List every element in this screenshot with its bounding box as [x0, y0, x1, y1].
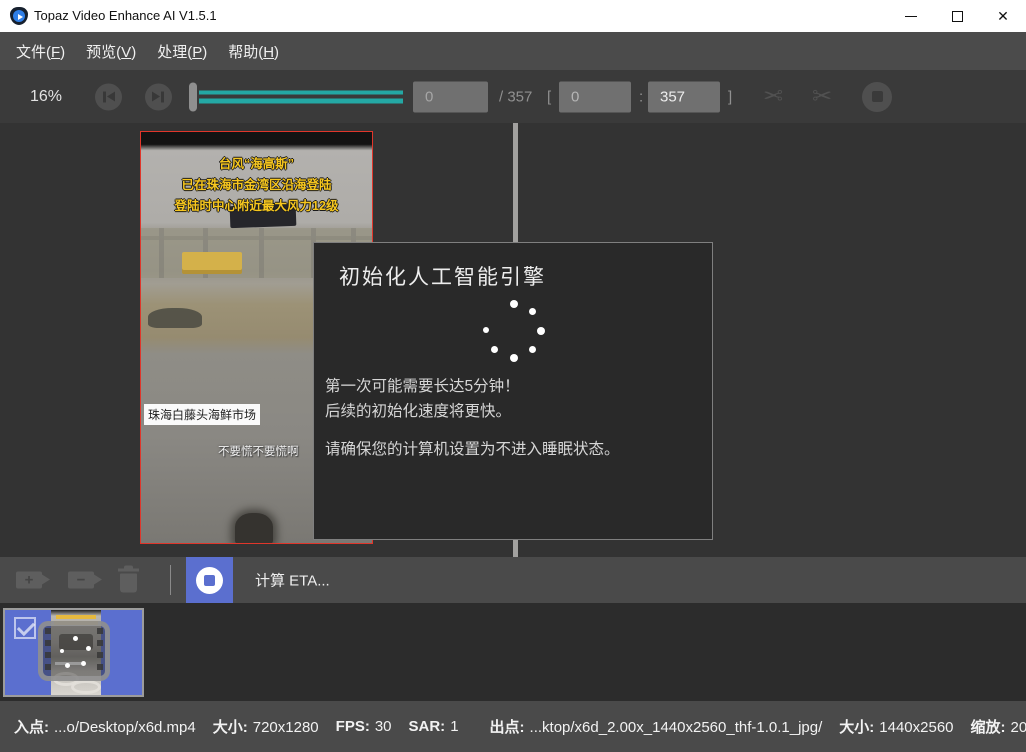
close-icon: ✕	[997, 8, 1009, 25]
timeline-slider-track[interactable]	[199, 90, 403, 103]
maximize-button[interactable]	[934, 0, 980, 32]
total-frames-label: / 357	[499, 88, 532, 105]
trim-start-input[interactable]	[559, 81, 631, 112]
status-fps: FPS:30	[336, 718, 392, 735]
title-bar: Topaz Video Enhance AI V1.5.1 ✕	[0, 0, 1026, 32]
preview-area: 台风“海高斯” 已在珠海市金湾区沿海登陆 登陆时中心附近最大风力12级 珠海白藤…	[0, 123, 1026, 557]
timeline-slider-handle[interactable]	[189, 82, 197, 111]
remove-video-button[interactable]: −	[68, 572, 94, 589]
status-scale: 缩放:200%	[971, 716, 1026, 737]
skip-end-icon	[152, 91, 160, 101]
trim-colon: :	[639, 88, 643, 105]
dialog-title: 初始化人工智能引擎	[339, 261, 546, 291]
video-queue-strip	[0, 603, 1026, 701]
playback-toolbar: 16% / 357 [ : ] ✂ ✂	[0, 70, 1026, 123]
trim-in-scissors-icon[interactable]: ✂	[763, 85, 783, 109]
skip-to-start-button[interactable]	[95, 83, 122, 110]
window-title: Topaz Video Enhance AI V1.5.1	[34, 0, 217, 32]
current-frame-input[interactable]	[413, 81, 488, 112]
skip-to-end-button[interactable]	[145, 83, 172, 110]
status-input-path: 入点:...o/Desktop/x6d.mp4	[14, 716, 196, 737]
eta-status-text: 计算 ETA...	[255, 570, 330, 591]
toolbar-divider	[170, 565, 171, 595]
minimize-icon	[905, 16, 917, 17]
video-overlay-title: 台风“海高斯” 已在珠海市金湾区沿海登陆 登陆时中心附近最大风力12级	[141, 154, 372, 217]
add-video-icon: +	[16, 572, 42, 589]
close-button[interactable]: ✕	[980, 0, 1026, 32]
stop-processing-button[interactable]	[186, 557, 233, 603]
init-engine-dialog: 初始化人工智能引擎 第一次可能需要长达5分钟！ 后续的初始化速度将更快。 请确保…	[313, 242, 713, 540]
status-output-size: 大小:1440x2560	[839, 716, 953, 737]
skip-start-icon	[107, 91, 115, 101]
stop-preview-button[interactable]	[862, 82, 892, 112]
menu-help[interactable]: 帮助(H)	[226, 38, 281, 65]
minimize-button[interactable]	[888, 0, 934, 32]
zoom-percent-label: 16%	[30, 88, 62, 106]
thumbnail-spinner-icon	[60, 636, 92, 668]
video-queue-item[interactable]	[3, 608, 144, 697]
stop-processing-icon	[196, 567, 223, 594]
trim-bracket-close: ]	[728, 88, 732, 105]
menu-process[interactable]: 处理(P)	[155, 38, 209, 65]
menu-file[interactable]: 文件(F)	[14, 38, 67, 65]
menu-bar: 文件(F) 预览(V) 处理(P) 帮助(H)	[0, 32, 1026, 70]
video-flooded-car	[148, 308, 202, 328]
status-bar: 入点:...o/Desktop/x6d.mp4 大小:720x1280 FPS:…	[0, 701, 1026, 752]
maximize-icon	[952, 11, 963, 22]
dialog-message: 第一次可能需要长达5分钟！ 后续的初始化速度将更快。 请确保您的计算机设置为不进…	[325, 374, 702, 462]
queue-item-checkbox[interactable]	[14, 617, 36, 639]
trim-end-input[interactable]	[648, 81, 720, 112]
video-caption: 不要慌不要慌啊	[218, 443, 299, 459]
app-window: Topaz Video Enhance AI V1.5.1 ✕ 文件(F) 预览…	[0, 0, 1026, 752]
add-video-button[interactable]: +	[16, 572, 42, 589]
video-dark-blob	[235, 513, 273, 543]
menu-preview[interactable]: 预览(V)	[84, 38, 138, 65]
status-output-path: 出点:...ktop/x6d_2.00x_1440x2560_thf-1.0.1…	[490, 716, 823, 737]
trim-out-scissors-icon[interactable]: ✂	[812, 85, 832, 109]
remove-video-icon: −	[68, 572, 94, 589]
video-location-label: 珠海白藤头海鲜市场	[144, 404, 260, 425]
process-toolbar: + − 计算 ETA...	[0, 557, 1026, 603]
trim-bracket-open: [	[547, 88, 551, 105]
status-input-size: 大小:720x1280	[213, 716, 319, 737]
delete-button[interactable]	[120, 574, 137, 593]
status-sar: SAR:1	[409, 718, 459, 735]
stop-icon	[872, 91, 883, 102]
topaz-logo-icon	[10, 7, 28, 25]
loading-spinner-icon	[482, 299, 546, 363]
video-yellow-sign	[182, 252, 242, 274]
